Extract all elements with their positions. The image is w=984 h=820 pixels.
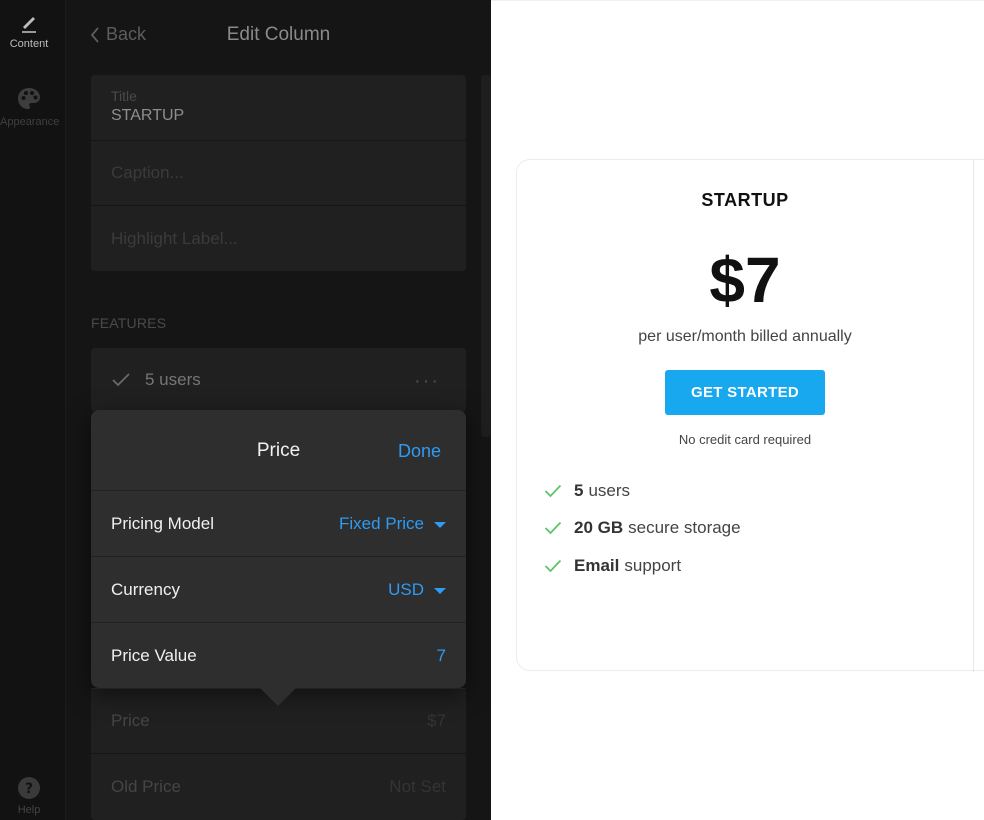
feature-text: support [624, 555, 682, 575]
page-title-text: Edit Column [226, 24, 331, 45]
feature-row[interactable]: 5 users ··· [91, 348, 466, 412]
get-started-button[interactable]: GET STARTED [665, 370, 825, 415]
pricing-model-select[interactable]: Pricing Model Fixed Price [91, 491, 466, 557]
column-divider [973, 160, 974, 672]
old-price-row-value: Not Set [389, 777, 446, 796]
currency-value[interactable]: USD [388, 580, 446, 600]
rail-item-help[interactable]: ? Help [0, 776, 58, 816]
plan-caption: per user/month billed annually [638, 328, 852, 345]
title-field-value: STARTUP [111, 107, 185, 124]
currency-label: Currency [111, 579, 180, 599]
check-icon [544, 484, 562, 498]
check-icon [112, 373, 130, 387]
rail-item-content[interactable]: Content [0, 12, 58, 50]
features-heading: FEATURES [91, 315, 167, 331]
price-row-label: Price [111, 710, 150, 730]
title-field-label: Title [111, 88, 137, 104]
price-group: Price $7 Old Price Not Set [91, 688, 466, 820]
old-price-row[interactable]: Old Price Not Set [91, 754, 466, 820]
caret-down-icon [434, 521, 446, 528]
feature-bold: 20 GB [574, 518, 624, 538]
editor-header: Back Edit Column [66, 0, 491, 70]
price-value-field[interactable]: Price Value 7 [91, 623, 466, 689]
features-group: 5 users ··· [91, 348, 466, 412]
plan-feature-item: Email support [544, 547, 741, 585]
check-icon [544, 522, 562, 535]
pricing-model-value[interactable]: Fixed Price [339, 514, 446, 534]
pricing-model-label: Pricing Model [111, 513, 214, 533]
feature-bold: 5 [574, 480, 584, 500]
check-icon [544, 559, 562, 573]
old-price-row-label: Old Price [111, 777, 181, 796]
pricing-model-selected: Fixed Price [338, 513, 424, 533]
rail-item-label: Help [17, 804, 41, 816]
rail-item-label: Appearance [0, 116, 60, 128]
pricing-card: STARTUP $7 per user/month billed annuall… [516, 159, 984, 672]
caption-placeholder: Caption... [111, 163, 184, 182]
help-icon: ? [18, 777, 40, 799]
feature-text: users [588, 480, 631, 500]
price-popover: Price Done Pricing Model Fixed Price Cur… [91, 410, 466, 706]
caption-field[interactable]: Caption... [91, 141, 466, 206]
price-value-label: Price Value [111, 645, 197, 665]
currency-selected: USD [388, 579, 424, 599]
plan-price: $7 [709, 244, 781, 316]
highlight-label-field[interactable]: Highlight Label... [91, 206, 466, 271]
title-group: Title STARTUP Caption... Highlight Label… [91, 75, 466, 271]
rail-item-appearance[interactable]: Appearance [0, 86, 60, 128]
feature-bold: Email [574, 555, 620, 575]
popover-arrow [260, 688, 296, 706]
preview-pane: STARTUP $7 per user/month billed annuall… [491, 0, 984, 820]
feature-text: secure storage [628, 518, 741, 538]
palette-icon [18, 88, 40, 109]
price-value-input[interactable]: 7 [437, 646, 446, 666]
plan-feature-item: 20 GB secure storage [544, 510, 741, 548]
plan-feature-list: 5 users 20 GB secure storage Email suppo… [544, 472, 741, 585]
plan-feature-item: 5 users [544, 472, 741, 510]
plan-name: STARTUP [701, 190, 789, 210]
more-options-icon[interactable]: ··· [414, 370, 440, 393]
pencil-icon [22, 17, 36, 33]
rail-item-label: Content [9, 38, 49, 50]
scrollbar[interactable] [481, 75, 491, 437]
title-field[interactable]: Title STARTUP [91, 75, 466, 141]
price-row-value: $7 [427, 710, 446, 730]
popover-header: Price Done [91, 410, 466, 491]
currency-select[interactable]: Currency USD [91, 557, 466, 623]
done-button[interactable]: Done [398, 441, 441, 462]
svg-text:?: ? [25, 781, 33, 797]
cta-note: No credit card required [678, 432, 812, 447]
left-rail: Content Appearance ? Help [0, 0, 66, 820]
highlight-placeholder: Highlight Label... [111, 228, 238, 248]
feature-label: 5 users [145, 370, 201, 389]
page-title: Edit Column [66, 24, 491, 46]
caret-down-icon [434, 587, 446, 594]
